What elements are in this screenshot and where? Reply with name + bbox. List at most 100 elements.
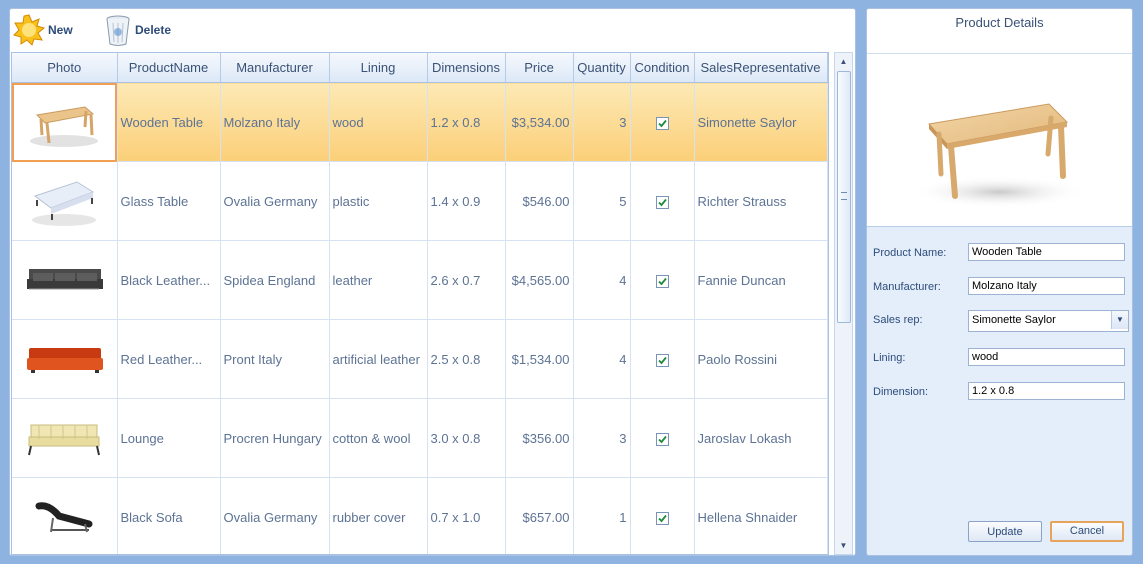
- photo-cell[interactable]: [12, 398, 118, 478]
- sales-rep-cell[interactable]: Jaroslav Lokash: [694, 398, 828, 478]
- condition-cell[interactable]: [630, 477, 695, 554]
- manufacturer-cell[interactable]: Spidea England: [220, 240, 330, 320]
- product-name-input[interactable]: [968, 243, 1125, 261]
- column-header-quantity[interactable]: Quantity: [573, 53, 631, 83]
- price-cell[interactable]: $546.00: [505, 161, 574, 241]
- dimension-input[interactable]: [968, 382, 1125, 400]
- condition-cell[interactable]: [630, 398, 695, 478]
- price-cell[interactable]: $356.00: [505, 398, 574, 478]
- condition-checkbox[interactable]: [655, 511, 669, 525]
- quantity-cell[interactable]: 3: [573, 398, 631, 478]
- column-header-price[interactable]: Price: [505, 53, 574, 83]
- price-cell[interactable]: $3,534.00: [505, 82, 574, 162]
- product-preview-image: [867, 54, 1132, 227]
- sales-rep-row: Sales rep: Simonette Saylor ▼: [873, 310, 1129, 332]
- new-star-icon: [13, 14, 45, 46]
- lining-cell[interactable]: plastic: [329, 161, 428, 241]
- dimensions-cell[interactable]: 0.7 x 1.0: [427, 477, 506, 554]
- table-row[interactable]: Lounge Procren Hungary cotton & wool 3.0 x …: [12, 398, 828, 478]
- delete-button[interactable]: Delete: [104, 12, 171, 48]
- table-row[interactable]: Wooden Table Molzano Italy wood 1.2 x 0.8 $3…: [12, 82, 828, 162]
- sales-rep-label: Sales rep:: [873, 314, 923, 326]
- photo-cell[interactable]: [12, 161, 118, 241]
- product-name-cell[interactable]: Glass Table: [117, 161, 221, 241]
- photo-cell[interactable]: [12, 240, 118, 320]
- sales-rep-cell[interactable]: Paolo Rossini: [694, 319, 828, 399]
- column-header-dimensions[interactable]: Dimensions: [427, 53, 506, 83]
- photo-cell[interactable]: [12, 82, 118, 162]
- column-header-photo[interactable]: Photo: [12, 53, 118, 83]
- sales-rep-cell[interactable]: Hellena Shnaider: [694, 477, 828, 554]
- condition-checkbox[interactable]: [655, 274, 669, 288]
- sales-rep-cell[interactable]: Simonette Saylor: [694, 82, 828, 162]
- sales-rep-cell[interactable]: Fannie Duncan: [694, 240, 828, 320]
- product-name-cell[interactable]: Lounge: [117, 398, 221, 478]
- manufacturer-label: Manufacturer:: [873, 281, 941, 293]
- column-header-condition[interactable]: Condition: [630, 53, 695, 83]
- condition-checkbox[interactable]: [655, 353, 669, 367]
- update-button[interactable]: Update: [968, 521, 1042, 542]
- quantity-cell[interactable]: 4: [573, 319, 631, 399]
- product-name-cell[interactable]: Red Leather...: [117, 319, 221, 399]
- manufacturer-input[interactable]: [968, 277, 1125, 295]
- quantity-cell[interactable]: 4: [573, 240, 631, 320]
- delete-label: Delete: [135, 23, 172, 37]
- lining-cell[interactable]: wood: [329, 82, 428, 162]
- new-button[interactable]: New: [13, 12, 73, 48]
- new-label: New: [48, 23, 73, 37]
- lining-input[interactable]: [968, 348, 1125, 366]
- product-name-cell[interactable]: Black Leather...: [117, 240, 221, 320]
- condition-cell[interactable]: [630, 82, 695, 162]
- table-row[interactable]: Black Leather... Spidea England leather 2.6…: [12, 240, 828, 320]
- photo-cell[interactable]: [12, 319, 118, 399]
- column-header-lining[interactable]: Lining: [329, 53, 428, 83]
- lining-cell[interactable]: cotton & wool: [329, 398, 428, 478]
- condition-cell[interactable]: [630, 240, 695, 320]
- photo-cell[interactable]: [12, 477, 118, 554]
- column-header-productname[interactable]: ProductName: [117, 53, 221, 83]
- quantity-cell[interactable]: 1: [573, 477, 631, 554]
- condition-cell[interactable]: [630, 161, 695, 241]
- quantity-cell[interactable]: 3: [573, 82, 631, 162]
- scroll-up-arrow-icon[interactable]: ▲: [835, 53, 852, 70]
- dimensions-cell[interactable]: 3.0 x 0.8: [427, 398, 506, 478]
- condition-cell[interactable]: [630, 319, 695, 399]
- lining-cell[interactable]: artificial leather: [329, 319, 428, 399]
- grid-vertical-scrollbar[interactable]: ▲ ▼: [834, 52, 853, 555]
- condition-checkbox[interactable]: [655, 195, 669, 209]
- dimensions-cell[interactable]: 2.6 x 0.7: [427, 240, 506, 320]
- manufacturer-cell[interactable]: Ovalia Germany: [220, 477, 330, 554]
- product-name-cell[interactable]: Black Sofa: [117, 477, 221, 554]
- details-title: Product Details: [867, 9, 1132, 54]
- dimensions-cell[interactable]: 2.5 x 0.8: [427, 319, 506, 399]
- cancel-button[interactable]: Cancel: [1050, 521, 1124, 542]
- dimensions-cell[interactable]: 1.2 x 0.8: [427, 82, 506, 162]
- scroll-thumb[interactable]: [837, 71, 851, 323]
- table-row[interactable]: Red Leather... Pront Italy artificial leat…: [12, 319, 828, 399]
- condition-checkbox[interactable]: [655, 116, 669, 130]
- lining-cell[interactable]: rubber cover: [329, 477, 428, 554]
- sales-rep-cell[interactable]: Richter Strauss: [694, 161, 828, 241]
- red-sofa-thumbnail: [15, 328, 114, 391]
- lining-cell[interactable]: leather: [329, 240, 428, 320]
- manufacturer-cell[interactable]: Molzano Italy: [220, 82, 330, 162]
- column-header-salesrep[interactable]: SalesRepresentative: [694, 53, 828, 83]
- price-cell[interactable]: $4,565.00: [505, 240, 574, 320]
- condition-checkbox[interactable]: [655, 432, 669, 446]
- manufacturer-cell[interactable]: Pront Italy: [220, 319, 330, 399]
- lining-row: Lining:: [873, 348, 1128, 370]
- manufacturer-cell[interactable]: Procren Hungary: [220, 398, 330, 478]
- price-cell[interactable]: $657.00: [505, 477, 574, 554]
- header-row: Photo ProductName Manufacturer Lining Di…: [12, 53, 828, 83]
- chevron-down-icon[interactable]: ▼: [1111, 311, 1128, 329]
- table-row[interactable]: Glass Table Ovalia Germany plastic 1.4 x 0.…: [12, 161, 828, 241]
- column-header-manufacturer[interactable]: Manufacturer: [220, 53, 330, 83]
- table-row[interactable]: Black Sofa Ovalia Germany rubber cover 0.7 …: [12, 477, 828, 554]
- product-name-cell[interactable]: Wooden Table: [117, 82, 221, 162]
- manufacturer-cell[interactable]: Ovalia Germany: [220, 161, 330, 241]
- dimensions-cell[interactable]: 1.4 x 0.9: [427, 161, 506, 241]
- scroll-down-arrow-icon[interactable]: ▼: [835, 537, 852, 554]
- price-cell[interactable]: $1,534.00: [505, 319, 574, 399]
- sales-rep-select[interactable]: Simonette Saylor ▼: [968, 310, 1129, 332]
- quantity-cell[interactable]: 5: [573, 161, 631, 241]
